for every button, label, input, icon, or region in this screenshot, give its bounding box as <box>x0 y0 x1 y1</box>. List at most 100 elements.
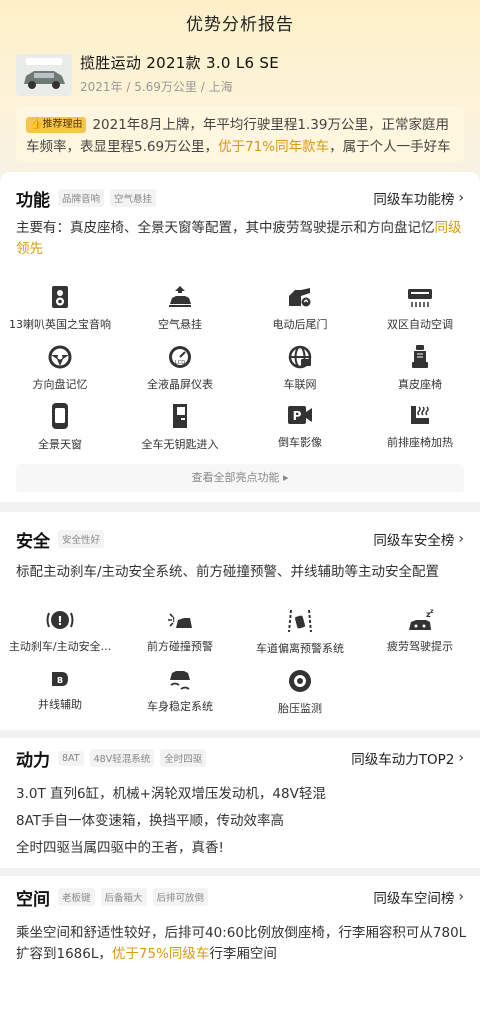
function-tag: 空气悬挂 <box>110 189 157 207</box>
chevron-right-icon: › <box>458 190 464 206</box>
feature-item[interactable]: zz 疲劳驾驶提示 <box>360 608 480 654</box>
feature-item[interactable]: 车道偏离预警系统 <box>240 608 360 656</box>
feature-item[interactable]: 车联网 <box>240 344 360 392</box>
keyless-entry-icon <box>173 404 187 428</box>
stability-control-icon <box>170 671 190 690</box>
feature-label: 空气悬挂 <box>158 318 202 331</box>
panoramic-sunroof-icon <box>52 403 68 429</box>
power-line: 3.0T 直列6缸，机械+涡轮双增压发动机，48V轻混 <box>16 786 326 802</box>
feature-label: 13喇叭英国之宝音响 <box>9 318 111 331</box>
power-title: 动力 <box>16 750 50 771</box>
feature-item[interactable]: LCD 全液晶屏仪表 <box>120 344 240 392</box>
feature-item[interactable]: 空气悬挂 <box>120 284 240 332</box>
power-tag: 全时四驱 <box>160 749 207 767</box>
power-rank-link[interactable]: 同级车动力TOP2 › <box>351 746 464 770</box>
car-subtitle: 2021年 / 5.69万公里 / 上海 <box>80 80 233 94</box>
air-suspension-icon <box>169 286 191 307</box>
car-name: 揽胜运动 2021款 3.0 L6 SE <box>80 54 280 72</box>
space-tag: 老板键 <box>58 888 95 906</box>
safety-tag: 安全性好 <box>58 530 105 548</box>
feature-label: 全景天窗 <box>38 438 82 451</box>
recommend-tag: 👍推荐理由 <box>26 117 87 133</box>
power-tag: 48V轻混系统 <box>89 749 155 767</box>
chevron-right-icon: › <box>458 750 464 766</box>
power-tailgate-icon <box>289 288 311 307</box>
reason-highlight: 优于71%同年款车 <box>218 139 330 155</box>
feature-item[interactable]: 全车无钥匙进入 <box>120 402 240 452</box>
feature-label: 全车无钥匙进入 <box>141 438 219 451</box>
reason-text-end: ，属于个人一手好车 <box>329 139 451 155</box>
chevron-right-icon: › <box>458 531 464 547</box>
svg-text:!: ! <box>172 616 175 624</box>
blind-spot-icon: B <box>52 672 68 686</box>
feature-label: 疲劳驾驶提示 <box>387 640 453 653</box>
feature-label: 方向盘记忆 <box>32 378 88 391</box>
space-tag: 后排可放倒 <box>152 888 209 906</box>
feature-item[interactable]: 电动后尾门 <box>240 284 360 332</box>
recommend-reason: 👍推荐理由 2021年8月上牌，年平均行驶里程1.39万公里，正常家庭用车频率，… <box>16 106 464 162</box>
power-header: 动力 8AT 48V轻混系统 全时四驱 <box>16 746 212 771</box>
svg-text:P: P <box>293 409 302 423</box>
safety-rank-link[interactable]: 同级车安全榜 › <box>373 527 464 551</box>
feature-label: 车联网 <box>283 378 317 391</box>
feature-item[interactable]: ! 前方碰撞预警 <box>120 608 240 654</box>
safety-card: 安全 安全性好 同级车安全榜 › 标配主动刹车/主动安全系统、前方碰撞预警、并线辅… <box>0 512 480 730</box>
fatigue-alert-icon: zz <box>409 608 434 630</box>
feature-item[interactable]: 13喇叭英国之宝音响 <box>0 284 120 332</box>
feature-label: 前方碰撞预警 <box>147 640 213 653</box>
space-rank-link[interactable]: 同级车空间榜 › <box>373 885 464 909</box>
feature-item[interactable]: P 倒车影像 <box>240 402 360 450</box>
feature-label: 车身稳定系统 <box>147 700 213 713</box>
function-rank-label: 同级车功能榜 <box>373 192 455 208</box>
feature-item[interactable]: 前排座椅加热 <box>360 402 480 450</box>
speaker-icon <box>52 286 68 308</box>
function-card: 功能 品牌音响 空气悬挂 同级车功能榜 › 主要有：真皮座椅、全景天窗等配置，其中… <box>0 172 480 502</box>
space-desc-highlight: 优于75%同级车 <box>111 946 210 962</box>
feature-item[interactable]: ! 主动刹车/主动安全... <box>0 608 120 654</box>
feature-item[interactable]: 胎压监测 <box>240 668 360 716</box>
view-all-features-button[interactable]: 查看全部亮点功能 ▸ <box>16 464 464 492</box>
power-card: 动力 8AT 48V轻混系统 全时四驱 同级车动力TOP2 › 3.0T 直列6缸… <box>0 738 480 868</box>
dual-zone-ac-icon <box>408 289 432 307</box>
function-rank-link[interactable]: 同级车功能榜 › <box>373 186 464 210</box>
seat-heating-icon <box>411 406 429 424</box>
feature-label: 并线辅助 <box>38 698 82 711</box>
space-rank-label: 同级车空间榜 <box>373 891 455 907</box>
space-title: 空间 <box>16 889 50 910</box>
space-description-line: 扩容到1686L，优于75%同级车行李厢空间 <box>16 942 277 962</box>
car-thumbnail[interactable] <box>16 54 72 96</box>
feature-label: 全液晶屏仪表 <box>147 378 213 391</box>
svg-text:!: ! <box>57 614 62 628</box>
feature-label: 车道偏离预警系统 <box>256 642 344 655</box>
feature-label: 胎压监测 <box>278 702 322 715</box>
function-tag: 品牌音响 <box>58 189 105 207</box>
space-tag: 后备箱大 <box>100 888 147 906</box>
feature-item[interactable]: 方向盘记忆 <box>0 344 120 392</box>
lcd-dashboard-icon: LCD <box>169 346 191 368</box>
svg-text:LCD: LCD <box>175 360 185 366</box>
function-desc-text: 主要有：真皮座椅、全景天窗等配置，其中疲劳驾驶提示和方向盘记忆 <box>16 220 435 236</box>
power-tag: 8AT <box>58 750 84 766</box>
feature-item[interactable]: 全景天窗 <box>0 402 120 452</box>
tire-pressure-icon <box>289 670 311 692</box>
space-header: 空间 老板键 后备箱大 后排可放倒 <box>16 885 214 910</box>
feature-label: 主动刹车/主动安全... <box>8 640 112 653</box>
feature-label: 电动后尾门 <box>272 318 328 331</box>
feature-item[interactable]: 真皮座椅 <box>360 344 480 392</box>
feature-label: 倒车影像 <box>278 436 322 449</box>
feature-item[interactable]: B 并线辅助 <box>0 668 120 712</box>
hero-header: 优势分析报告 揽胜运动 2021款 3.0 L6 SE 2021年 / 5.69… <box>0 0 480 190</box>
power-line: 全时四驱当属四驱中的王者，真香! <box>16 840 224 856</box>
safety-description: 标配主动刹车/主动安全系统、前方碰撞预警、并线辅助等主动安全配置 <box>16 564 440 580</box>
feature-item[interactable]: 双区自动空调 <box>360 284 480 332</box>
svg-text:z: z <box>430 608 434 615</box>
space-desc-text-end: 行李厢空间 <box>209 946 277 962</box>
space-desc-text: 扩容到1686L， <box>16 946 112 962</box>
feature-item[interactable]: 车身稳定系统 <box>120 668 240 714</box>
collision-warning-icon: ! <box>168 613 192 628</box>
space-description-line: 乘坐空间和舒适性较好，后排可40:60比例放倒座椅，行李厢容积可从780L <box>16 925 467 941</box>
function-header: 功能 品牌音响 空气悬挂 <box>16 186 162 211</box>
page-title: 优势分析报告 <box>186 15 294 35</box>
power-rank-label: 同级车动力TOP2 <box>351 752 455 768</box>
safety-title: 安全 <box>16 531 50 552</box>
